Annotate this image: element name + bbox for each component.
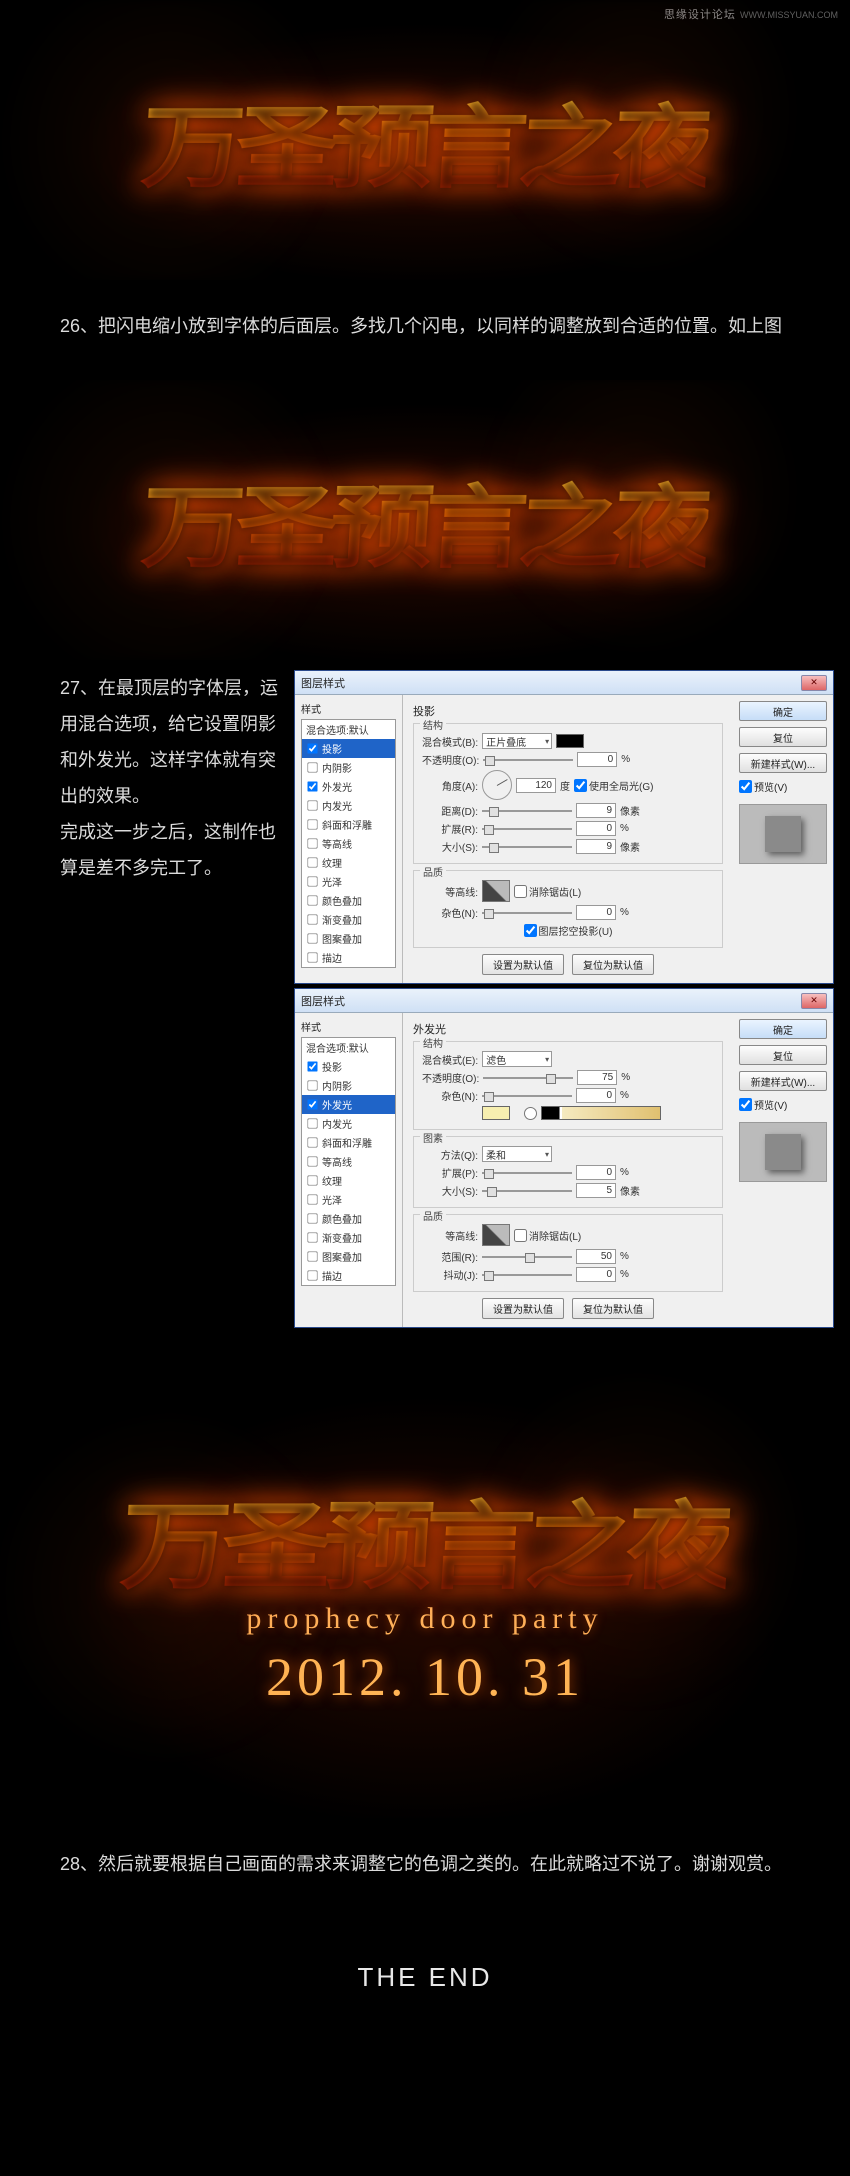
blend-mode-select[interactable]: 滤色 (482, 1051, 552, 1067)
noise-slider[interactable] (482, 1090, 572, 1102)
the-end: THE END (0, 1962, 850, 1993)
style-list-item[interactable]: 混合选项:默认 (302, 1038, 395, 1057)
styles-list-panel: 样式 混合选项:默认投影内阴影外发光内发光斜面和浮雕等高线纹理光泽颜色叠加渐变叠… (295, 1013, 403, 1327)
dialog-titlebar: 图层样式 ✕ (295, 671, 833, 695)
style-list-item[interactable]: 内发光 (302, 796, 395, 815)
angle-dial[interactable] (482, 770, 512, 800)
size-slider[interactable] (482, 841, 572, 853)
reset-default-button[interactable]: 复位为默认值 (572, 954, 654, 975)
styles-list[interactable]: 混合选项:默认投影内阴影外发光内发光斜面和浮雕等高线纹理光泽颜色叠加渐变叠加图案… (301, 719, 396, 968)
new-style-button[interactable]: 新建样式(W)... (739, 1071, 827, 1091)
style-list-item[interactable]: 光泽 (302, 1190, 395, 1209)
glow-gradient-radio[interactable] (524, 1107, 537, 1120)
set-default-button[interactable]: 设置为默认值 (482, 1298, 564, 1319)
spread-slider[interactable] (482, 1167, 572, 1179)
style-list-item[interactable]: 斜面和浮雕 (302, 815, 395, 834)
dialog-titlebar: 图层样式 ✕ (295, 989, 833, 1013)
fire-title-text: 万圣预言之夜 (117, 1469, 733, 1608)
technique-select[interactable]: 柔和 (482, 1146, 552, 1162)
spread-slider[interactable] (482, 823, 572, 835)
glow-color-swatch[interactable] (482, 1106, 510, 1120)
style-list-item[interactable]: 渐变叠加 (302, 910, 395, 929)
style-list-item[interactable]: 图案叠加 (302, 929, 395, 948)
cancel-button[interactable]: 复位 (739, 1045, 827, 1065)
preview-swatch (739, 1122, 827, 1182)
hero-image-step26: 万圣预言之夜 (0, 0, 850, 280)
gradient-picker[interactable] (541, 1106, 661, 1120)
style-list-item[interactable]: 等高线 (302, 1152, 395, 1171)
style-list-item[interactable]: 内阴影 (302, 758, 395, 777)
caption-step27: 27、在最顶层的字体层，运用混合选项，给它设置阴影和外发光。这样字体就有突出的效… (60, 670, 280, 1328)
hero-image-step27: 万圣预言之夜 (0, 380, 850, 660)
blend-mode-select[interactable]: 正片叠底 (482, 733, 552, 749)
reset-default-button[interactable]: 复位为默认值 (572, 1298, 654, 1319)
opacity-slider[interactable] (483, 1072, 573, 1084)
contour-picker[interactable] (482, 1224, 510, 1246)
ok-button[interactable]: 确定 (739, 1019, 827, 1039)
style-list-item[interactable]: 描边 (302, 1266, 395, 1285)
angle-value[interactable]: 120 (516, 778, 556, 793)
panel-title: 外发光 (413, 1021, 723, 1037)
new-style-button[interactable]: 新建样式(W)... (739, 753, 827, 773)
style-list-item[interactable]: 颜色叠加 (302, 891, 395, 910)
style-list-item[interactable]: 图案叠加 (302, 1247, 395, 1266)
contour-picker[interactable] (482, 880, 510, 902)
close-icon[interactable]: ✕ (801, 675, 827, 691)
style-list-item[interactable]: 光泽 (302, 872, 395, 891)
style-list-item[interactable]: 投影 (302, 739, 395, 758)
distance-slider[interactable] (482, 805, 572, 817)
panel-title: 投影 (413, 703, 723, 719)
preview-swatch (739, 804, 827, 864)
fire-title-text: 万圣预言之夜 (138, 455, 712, 585)
set-default-button[interactable]: 设置为默认值 (482, 954, 564, 975)
antialias-checkbox[interactable]: 消除锯齿(L) (514, 884, 581, 899)
style-list-item[interactable]: 内阴影 (302, 1076, 395, 1095)
ok-button[interactable]: 确定 (739, 701, 827, 721)
antialias-checkbox[interactable]: 消除锯齿(L) (514, 1228, 581, 1243)
opacity-value[interactable]: 0 (577, 752, 617, 767)
size-slider[interactable] (482, 1185, 572, 1197)
jitter-slider[interactable] (482, 1269, 572, 1281)
style-list-item[interactable]: 斜面和浮雕 (302, 1133, 395, 1152)
style-list-item[interactable]: 外发光 (302, 1095, 395, 1114)
style-list-item[interactable]: 渐变叠加 (302, 1228, 395, 1247)
noise-slider[interactable] (482, 907, 572, 919)
style-list-item[interactable]: 颜色叠加 (302, 1209, 395, 1228)
style-list-item[interactable]: 外发光 (302, 777, 395, 796)
hero-image-final: 万圣预言之夜 prophecy door party 2012. 10. 31 (0, 1358, 850, 1818)
style-list-item[interactable]: 等高线 (302, 834, 395, 853)
styles-list-panel: 样式 混合选项:默认投影内阴影外发光内发光斜面和浮雕等高线纹理光泽颜色叠加渐变叠… (295, 695, 403, 983)
close-icon[interactable]: ✕ (801, 993, 827, 1009)
caption-step28: 28、然后就要根据自己画面的需求来调整它的色调之类的。在此就略过不说了。谢谢观赏… (0, 1818, 850, 1918)
cancel-button[interactable]: 复位 (739, 727, 827, 747)
knockout-checkbox[interactable]: 图层挖空投影(U) (524, 923, 613, 938)
layer-style-dialog-shadow: 图层样式 ✕ 样式 混合选项:默认投影内阴影外发光内发光斜面和浮雕等高线纹理光泽… (294, 670, 834, 984)
preview-checkbox[interactable]: 预览(V) (739, 779, 827, 794)
style-list-item[interactable]: 内发光 (302, 1114, 395, 1133)
global-light-checkbox[interactable]: 使用全局光(G) (574, 778, 653, 793)
style-list-item[interactable]: 纹理 (302, 1171, 395, 1190)
caption-step26: 26、把闪电缩小放到字体的后面层。多找几个闪电，以同样的调整放到合适的位置。如上… (0, 280, 850, 380)
styles-list[interactable]: 混合选项:默认投影内阴影外发光内发光斜面和浮雕等高线纹理光泽颜色叠加渐变叠加图案… (301, 1037, 396, 1286)
layer-style-dialog-glow: 图层样式 ✕ 样式 混合选项:默认投影内阴影外发光内发光斜面和浮雕等高线纹理光泽… (294, 988, 834, 1328)
preview-checkbox[interactable]: 预览(V) (739, 1097, 827, 1112)
style-list-item[interactable]: 投影 (302, 1057, 395, 1076)
opacity-slider[interactable] (483, 754, 573, 766)
color-swatch[interactable] (556, 734, 584, 748)
style-list-item[interactable]: 纹理 (302, 853, 395, 872)
range-slider[interactable] (482, 1251, 572, 1263)
style-list-item[interactable]: 混合选项:默认 (302, 720, 395, 739)
fire-title-text: 万圣预言之夜 (138, 75, 712, 205)
style-list-item[interactable]: 描边 (302, 948, 395, 967)
